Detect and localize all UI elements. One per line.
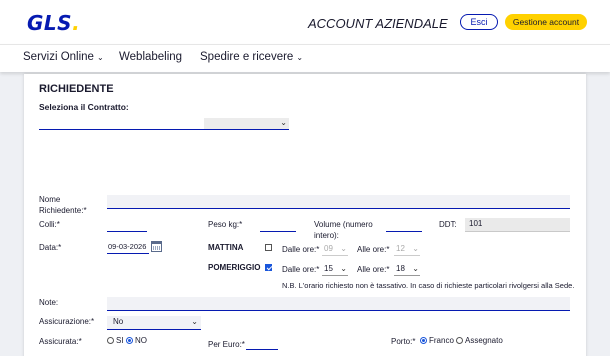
top-header: GLS. ACCOUNT AZIENDALE Esci Gestione acc… bbox=[0, 0, 610, 44]
chevron-down-icon: ⌄ bbox=[96, 53, 104, 62]
pomeriggio-alle-value: 18 bbox=[396, 264, 405, 273]
assicurazione-label: Assicurazione:* bbox=[39, 317, 95, 326]
contract-select[interactable]: ⌄ bbox=[204, 118, 289, 130]
richiedente-form: RICHIEDENTE Seleziona il Contratto: ⌄ No… bbox=[24, 74, 586, 356]
orario-note-text: N.B. L'orario richiesto non è tassativo.… bbox=[282, 281, 575, 290]
data-label: Data:* bbox=[39, 243, 62, 252]
logo-text: GLS bbox=[27, 11, 73, 35]
volume-label: Volume (numero intero): bbox=[314, 220, 373, 240]
page-title: ACCOUNT AZIENDALE bbox=[308, 16, 448, 31]
account-management-button[interactable]: Gestione account bbox=[505, 14, 587, 30]
assicurata-label: Assicurata:* bbox=[39, 337, 82, 346]
nome-label: Nome Richiedente:* bbox=[39, 195, 87, 215]
mattina-alle-value: 12 bbox=[396, 244, 405, 253]
chevron-down-icon: ⌄ bbox=[412, 264, 419, 273]
pomeriggio-checkbox[interactable] bbox=[265, 264, 272, 271]
chevron-down-icon: ⌄ bbox=[340, 244, 347, 253]
assicurata-si-radio[interactable] bbox=[107, 337, 114, 344]
nome-input[interactable] bbox=[107, 195, 570, 209]
contract-label: Seleziona il Contratto: bbox=[39, 102, 129, 112]
data-input[interactable]: 09-03-2026 bbox=[107, 241, 149, 254]
assicurazione-value: No bbox=[113, 317, 124, 326]
pomeriggio-dalle-select[interactable]: 15 ⌄ bbox=[322, 263, 348, 276]
mattina-label: MATTINA bbox=[208, 243, 244, 252]
assicurata-no-radio[interactable] bbox=[126, 337, 133, 344]
mattina-dalle-value: 09 bbox=[324, 244, 333, 253]
ddt-label: DDT: bbox=[439, 220, 457, 229]
porto-assegnato-label: Assegnato bbox=[465, 336, 503, 345]
chevron-down-icon: ⌄ bbox=[412, 244, 419, 253]
porto-label: Porto:* bbox=[391, 337, 416, 346]
chevron-down-icon: ⌄ bbox=[340, 264, 347, 273]
peso-label: Peso kg:* bbox=[208, 220, 243, 229]
note-label: Note: bbox=[39, 298, 59, 307]
nav-item-label: Servizi Online bbox=[23, 51, 94, 63]
porto-franco-label: Franco bbox=[429, 336, 454, 345]
colli-label: Colli:* bbox=[39, 220, 60, 229]
logout-button[interactable]: Esci bbox=[460, 14, 498, 30]
gls-logo[interactable]: GLS. bbox=[27, 11, 80, 35]
porto-assegnato-radio[interactable] bbox=[456, 337, 463, 344]
colli-input[interactable] bbox=[107, 219, 147, 232]
section-title: RICHIEDENTE bbox=[39, 83, 114, 95]
mattina-alle-select[interactable]: 12 ⌄ bbox=[394, 243, 420, 256]
nav-item-label: Spedire e ricevere bbox=[200, 51, 294, 63]
pomeriggio-alle-select[interactable]: 18 ⌄ bbox=[394, 263, 420, 276]
nav-item-spedire-ricevere[interactable]: Spedire e ricevere ⌄ bbox=[200, 51, 303, 63]
pomeriggio-alle-label: Alle ore:* bbox=[357, 265, 390, 274]
chevron-down-icon: ⌄ bbox=[191, 317, 198, 326]
calendar-icon[interactable] bbox=[151, 241, 162, 252]
chevron-down-icon: ⌄ bbox=[280, 118, 287, 127]
chevron-down-icon: ⌄ bbox=[296, 53, 304, 62]
porto-franco-radio[interactable] bbox=[420, 337, 427, 344]
pomeriggio-label: POMERIGGIO bbox=[208, 263, 261, 272]
main-nav: Servizi Online ⌄ Weblabeling Spedire e ri… bbox=[0, 44, 610, 72]
per-euro-input[interactable] bbox=[246, 337, 278, 350]
ddt-input[interactable]: 101 bbox=[465, 218, 570, 232]
pomeriggio-dalle-value: 15 bbox=[324, 264, 333, 273]
assicurata-si-label: SI bbox=[116, 336, 124, 345]
mattina-dalle-select[interactable]: 09 ⌄ bbox=[322, 243, 348, 256]
nav-item-label: Weblabeling bbox=[119, 51, 183, 63]
note-input[interactable] bbox=[107, 297, 570, 311]
peso-input[interactable] bbox=[260, 219, 296, 232]
pomeriggio-dalle-label: Dalle ore:* bbox=[282, 265, 320, 274]
mattina-dalle-label: Dalle ore:* bbox=[282, 245, 320, 254]
assicurata-no-label: NO bbox=[135, 336, 147, 345]
nav-item-servizi-online[interactable]: Servizi Online ⌄ bbox=[23, 51, 104, 63]
assicurazione-select[interactable]: No ⌄ bbox=[107, 316, 201, 330]
mattina-alle-label: Alle ore:* bbox=[357, 245, 390, 254]
logo-dot: . bbox=[72, 11, 81, 35]
per-euro-label: Per Euro:* bbox=[208, 340, 245, 349]
mattina-checkbox[interactable] bbox=[265, 244, 272, 251]
volume-input[interactable] bbox=[386, 219, 422, 232]
nav-item-weblabeling[interactable]: Weblabeling bbox=[119, 51, 182, 63]
